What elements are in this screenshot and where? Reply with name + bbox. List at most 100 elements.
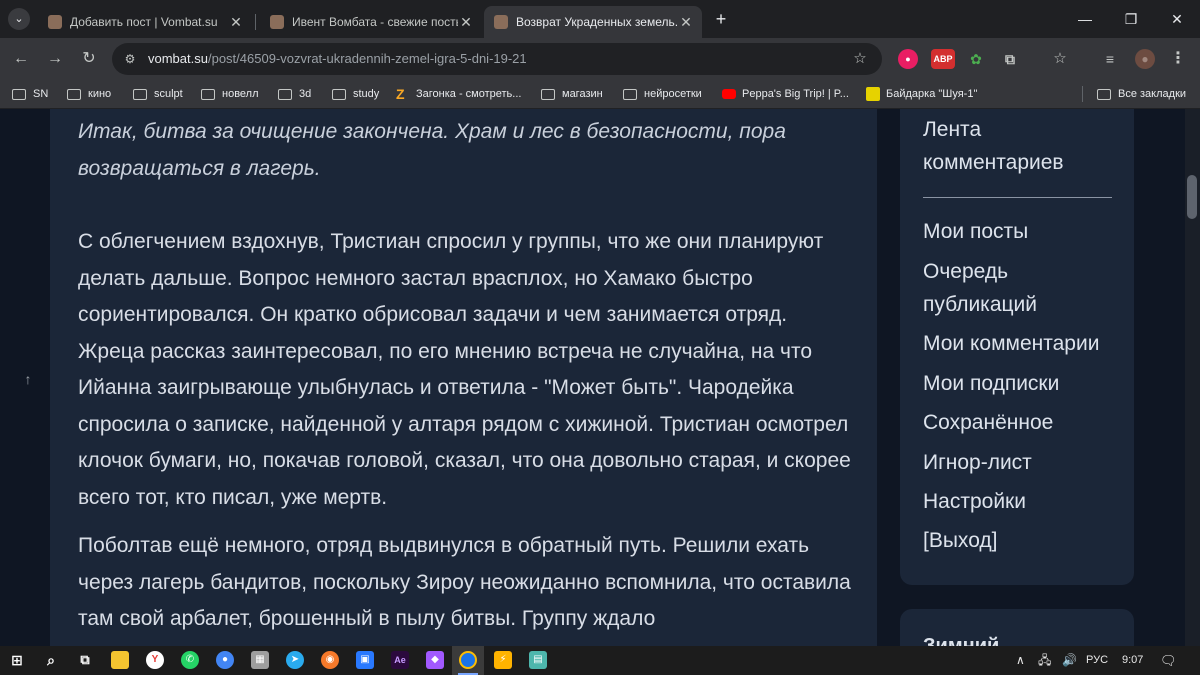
sidebar-link-logout[interactable]: [Выход] bbox=[923, 524, 1123, 557]
vombat-favicon-icon bbox=[494, 15, 508, 29]
back-button[interactable]: ← bbox=[10, 48, 32, 70]
clock[interactable]: 9:07 bbox=[1122, 646, 1143, 675]
tray-overflow-icon[interactable]: ∧ bbox=[1016, 646, 1025, 675]
sidebar-link-my-posts[interactable]: Мои посты bbox=[923, 215, 1123, 248]
bookmark-folder-3d[interactable]: 3d bbox=[278, 85, 311, 103]
bookmark-folder-sculpt[interactable]: sculpt bbox=[133, 85, 183, 103]
bookmark-label: Загонка - смотреть... bbox=[416, 88, 522, 100]
sidebar-link-my-subscriptions[interactable]: Мои подписки bbox=[923, 367, 1123, 400]
bookmark-label: SN bbox=[33, 88, 49, 100]
bookmark-label: магазин bbox=[562, 88, 603, 100]
folder-icon bbox=[12, 88, 26, 100]
scrollbar-thumb[interactable] bbox=[1187, 175, 1197, 219]
bookmark-baydarka[interactable]: Байдарка "Шуя-1" bbox=[866, 85, 977, 103]
after-effects-icon[interactable]: Ae bbox=[391, 651, 409, 669]
notifications-icon[interactable]: 🗨 bbox=[1160, 646, 1177, 675]
url-host: vombat.su bbox=[148, 51, 208, 66]
tab-current[interactable]: Возврат Украденных земель. И ✕ bbox=[484, 6, 702, 38]
bookmark-label: sculpt bbox=[154, 88, 183, 100]
calculator-icon[interactable]: ▦ bbox=[251, 651, 269, 669]
tab-title: Ивент Вомбата - свежие посты bbox=[292, 15, 458, 29]
palette-icon[interactable]: ✿ bbox=[966, 49, 986, 69]
reload-button[interactable]: ↻ bbox=[78, 48, 100, 70]
media-icon[interactable]: ≡ bbox=[1100, 49, 1120, 69]
network-icon[interactable]: 🖧 bbox=[1038, 646, 1051, 675]
user-sidebar: Лента комментариев Мои посты Очередь пуб… bbox=[900, 109, 1134, 585]
close-window-button[interactable]: ✕ bbox=[1154, 0, 1200, 38]
file-explorer-icon[interactable] bbox=[111, 651, 129, 669]
whatsapp-icon[interactable]: ✆ bbox=[181, 651, 199, 669]
windows-start-icon[interactable]: ⊞ bbox=[8, 651, 26, 669]
bookmark-star-icon[interactable]: ☆ bbox=[1050, 49, 1070, 69]
folder-icon bbox=[67, 88, 81, 100]
sidebar-widget: Зимний bbox=[900, 609, 1134, 646]
tab-close-icon[interactable]: ✕ bbox=[228, 14, 244, 31]
url-path: /post/46509-vozvrat-ukradennih-zemel-igr… bbox=[207, 51, 527, 66]
tab-add-post[interactable]: Добавить пост | Vombat.su ✕ bbox=[38, 6, 252, 38]
profile-avatar[interactable]: ● bbox=[1135, 49, 1155, 69]
vombat-favicon-icon bbox=[270, 15, 284, 29]
new-tab-button[interactable]: + bbox=[710, 8, 732, 30]
browser-toolbar: ← → ↻ ⚙ vombat.su/post/46509-vozvrat-ukr… bbox=[0, 38, 1200, 80]
record-icon[interactable]: ● bbox=[898, 49, 918, 69]
minimize-button[interactable]: — bbox=[1062, 0, 1108, 38]
chrome-icon[interactable] bbox=[459, 651, 477, 669]
tab-title: Добавить пост | Vombat.su bbox=[70, 15, 218, 29]
post-paragraph-italic: Итак, битва за очищение закончена. Храм … bbox=[78, 120, 786, 180]
address-bar[interactable]: ⚙ vombat.su/post/46509-vozvrat-ukradenni… bbox=[112, 43, 882, 75]
blender-icon[interactable]: ◉ bbox=[321, 651, 339, 669]
sidebar-link-comment-feed[interactable]: Лента комментариев bbox=[923, 113, 1113, 179]
lightning-app-icon[interactable]: ⚡ bbox=[494, 651, 512, 669]
task-view-icon[interactable]: ⧉ bbox=[76, 651, 94, 669]
widget-title: Зимний bbox=[923, 635, 1000, 646]
bookmark-star-icon[interactable]: ☆ bbox=[850, 49, 870, 69]
search-icon[interactable]: ⌕ bbox=[42, 651, 60, 669]
forward-button[interactable]: → bbox=[44, 48, 66, 70]
app-icon[interactable]: ▣ bbox=[356, 651, 374, 669]
figma-icon[interactable]: ◆ bbox=[426, 651, 444, 669]
zagonka-logo-icon: Z bbox=[396, 86, 405, 102]
site-info-icon[interactable]: ⚙ bbox=[122, 51, 138, 67]
tab-event[interactable]: Ивент Вомбата - свежие посты ✕ bbox=[260, 6, 482, 38]
folder-icon bbox=[332, 88, 346, 100]
bookmark-folder-kino[interactable]: кино bbox=[67, 85, 111, 103]
yandex-browser-icon[interactable]: Y bbox=[146, 651, 164, 669]
scroll-to-top-icon[interactable]: ↑ bbox=[20, 371, 36, 387]
tab-separator bbox=[255, 14, 256, 30]
language-indicator[interactable]: РУС bbox=[1086, 646, 1108, 675]
chrome-alt-icon[interactable]: ● bbox=[216, 651, 234, 669]
page-scrollbar[interactable] bbox=[1185, 109, 1200, 646]
youtube-icon bbox=[722, 89, 736, 99]
bookmark-folder-novell[interactable]: новелл bbox=[201, 85, 259, 103]
bookmark-peppa[interactable]: Peppa's Big Trip! | P... bbox=[722, 85, 849, 103]
sidebar-link-my-comments[interactable]: Мои комментарии bbox=[923, 327, 1133, 360]
puzzle-icon[interactable]: ⧉ bbox=[1000, 49, 1020, 69]
telegram-icon[interactable]: ➤ bbox=[286, 651, 304, 669]
sidebar-link-settings[interactable]: Настройки bbox=[923, 485, 1123, 518]
folder-icon bbox=[278, 88, 292, 100]
tab-search-button[interactable]: ⌄ bbox=[8, 8, 30, 30]
bookmark-zagonka[interactable]: Z Загонка - смотреть... bbox=[396, 85, 521, 103]
notes-app-icon[interactable]: ▤ bbox=[529, 651, 547, 669]
folder-icon bbox=[541, 88, 555, 100]
sidebar-divider bbox=[923, 197, 1112, 198]
bookmark-folder-sn[interactable]: SN bbox=[12, 85, 48, 103]
site-favicon-icon bbox=[866, 87, 880, 101]
menu-icon[interactable]: ⋮ bbox=[1168, 49, 1188, 69]
volume-icon[interactable]: 🔊 bbox=[1062, 646, 1077, 675]
sidebar-link-ignore-list[interactable]: Игнор-лист bbox=[923, 446, 1123, 479]
sidebar-link-publish-queue[interactable]: Очередь публикаций bbox=[923, 255, 1063, 321]
all-bookmarks-button[interactable]: Все закладки bbox=[1097, 85, 1186, 103]
adblock-icon[interactable]: ABP bbox=[931, 49, 955, 69]
tab-close-icon[interactable]: ✕ bbox=[458, 14, 474, 31]
sidebar-link-saved[interactable]: Сохранённое bbox=[923, 406, 1123, 439]
restore-button[interactable]: ❐ bbox=[1108, 0, 1154, 38]
folder-icon bbox=[623, 88, 637, 100]
bookmark-folder-shop[interactable]: магазин bbox=[541, 85, 603, 103]
vombat-favicon-icon bbox=[48, 15, 62, 29]
url-text[interactable]: vombat.su/post/46509-vozvrat-ukradennih-… bbox=[148, 43, 527, 75]
bookmark-folder-neuro[interactable]: нейросетки bbox=[623, 85, 702, 103]
folder-icon bbox=[133, 88, 147, 100]
tab-close-icon[interactable]: ✕ bbox=[678, 14, 694, 31]
bookmark-folder-study[interactable]: study bbox=[332, 85, 379, 103]
